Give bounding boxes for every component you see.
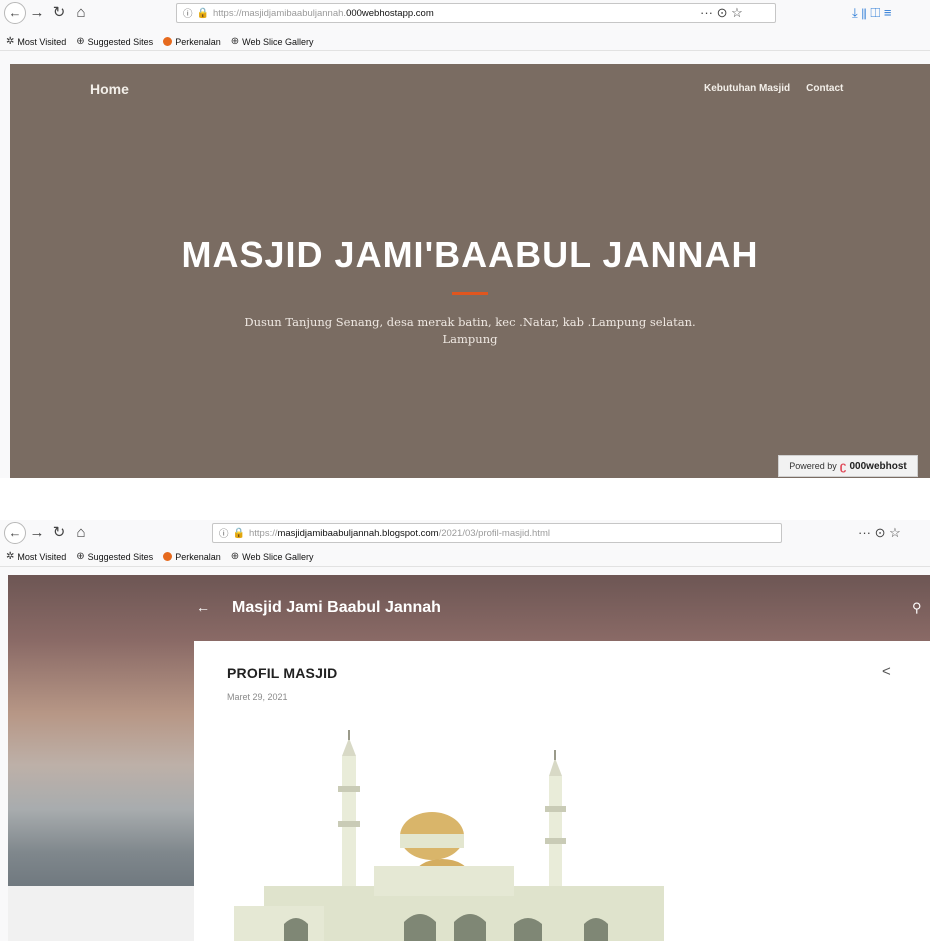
download-library-sidebar-menu-icons[interactable]: ⤓ ⫴ ◫ ≡ [852,5,892,21]
gear-icon: ✲ [6,36,15,47]
powered-by-brand: 000webhost [849,460,907,472]
powered-by-label: Powered by [789,461,837,471]
nav-right: Kebutuhan Masjid Contact [704,83,843,94]
globe-icon: ⊕ [230,551,240,562]
url-prefix: https:// [248,527,278,539]
bookmark-most-visited[interactable]: ✲ Most Visited [6,36,66,47]
page-actions-icons[interactable]: ··· ⊙ ☆ [700,5,743,21]
address-bar[interactable]: ⓘ 🔒 https://masjidjamibaabuljannah.blogs… [212,523,782,543]
bookmarks-bar: ✲ Most Visited ⊕ Suggested Sites Perkenala… [0,33,930,51]
screenshot-blogspot: ← → ↻ ⌂ ⓘ 🔒 https://masjidjamibaabuljann… [0,520,930,941]
post-date: Maret 29, 2021 [227,692,288,702]
screenshot-webhost: ← → ↻ ⌂ ⓘ 🔒 https://masjidjamibaabuljann… [0,0,930,478]
site-title: MASJID JAMI'BAABUL JANNAH [181,234,759,275]
hero-section: Home Kebutuhan Masjid Contact MASJID JAM… [10,64,930,478]
forward-arrow-icon[interactable]: → [26,2,48,24]
back-arrow-icon[interactable]: ← [4,2,26,24]
search-icon[interactable]: ⚲ [912,600,922,616]
globe-icon: ⊕ [230,36,240,47]
bookmark-most-visited[interactable]: ✲ Most Visited [6,551,66,562]
address-bar[interactable]: ⓘ 🔒 https://masjidjamibaabuljannah. 000we… [176,3,776,23]
bookmark-suggested-sites[interactable]: ⊕ Suggested Sites [76,551,153,562]
url-host: masjidjamibaabuljannah.blogspot.com [277,527,439,539]
powered-by-badge[interactable]: Powered by ʗ 000webhost [778,455,918,477]
info-icon[interactable]: ⓘ [183,6,193,20]
bookmark-perkenalan[interactable]: Perkenalan [163,552,221,562]
post-title: PROFIL MASJID [227,665,338,681]
title-divider [452,292,488,295]
globe-icon: ⊕ [76,36,85,47]
url-path: /2021/03/profil-masjid.html [438,527,550,539]
forward-arrow-icon[interactable]: → [26,522,48,544]
nav-kebutuhan-masjid-link[interactable]: Kebutuhan Masjid [704,83,790,94]
back-arrow-icon[interactable]: ← [196,599,210,615]
toolbar-right-icons[interactable]: ⤓ ⫴ ◫ ≡ [852,0,892,26]
url-host: 000webhostapp.com [346,7,434,19]
reload-icon[interactable]: ↻ [48,522,70,544]
home-icon[interactable]: ⌂ [70,522,92,544]
bookmarks-bar: ✲ Most Visited ⊕ Suggested Sites Perkenala… [0,547,930,567]
blog-title[interactable]: Masjid Jami Baabul Jannah [232,599,441,617]
bookmark-web-slice-gallery[interactable]: ⊕ Web Slice Gallery [231,36,314,47]
lock-icon[interactable]: 🔒 [197,8,209,19]
info-icon[interactable]: ⓘ [219,526,229,540]
gear-icon: ✲ [6,551,15,562]
post-card: PROFIL MASJID Maret 29, 2021 < [194,641,930,941]
lock-icon[interactable]: 🔒 [233,528,245,539]
firefox-icon [163,552,173,561]
bookmark-perkenalan[interactable]: Perkenalan [163,37,221,47]
nav-home-link[interactable]: Home [90,81,129,97]
back-arrow-icon[interactable]: ← [4,522,26,544]
firefox-icon [163,37,173,46]
bookmark-suggested-sites[interactable]: ⊕ Suggested Sites [76,36,153,47]
page-actions[interactable]: ··· ⊙ ☆ [700,0,743,26]
url-prefix: https://masjidjamibaabuljannah. [212,7,347,19]
share-icon[interactable]: < [882,663,891,680]
page-actions[interactable]: ··· ⊙ ☆ [858,520,901,546]
webhost-logo-icon: ʗ [839,459,847,473]
mosque-image [224,726,664,941]
page-actions-icons[interactable]: ··· ⊙ ☆ [858,525,901,541]
bookmark-web-slice-gallery[interactable]: ⊕ Web Slice Gallery [231,551,314,562]
home-icon[interactable]: ⌂ [70,2,92,24]
globe-icon: ⊕ [76,551,85,562]
site-subtitle: Dusun Tanjung Senang, desa merak batin, … [244,315,696,346]
reload-icon[interactable]: ↻ [48,2,70,24]
nav-contact-link[interactable]: Contact [806,83,843,94]
